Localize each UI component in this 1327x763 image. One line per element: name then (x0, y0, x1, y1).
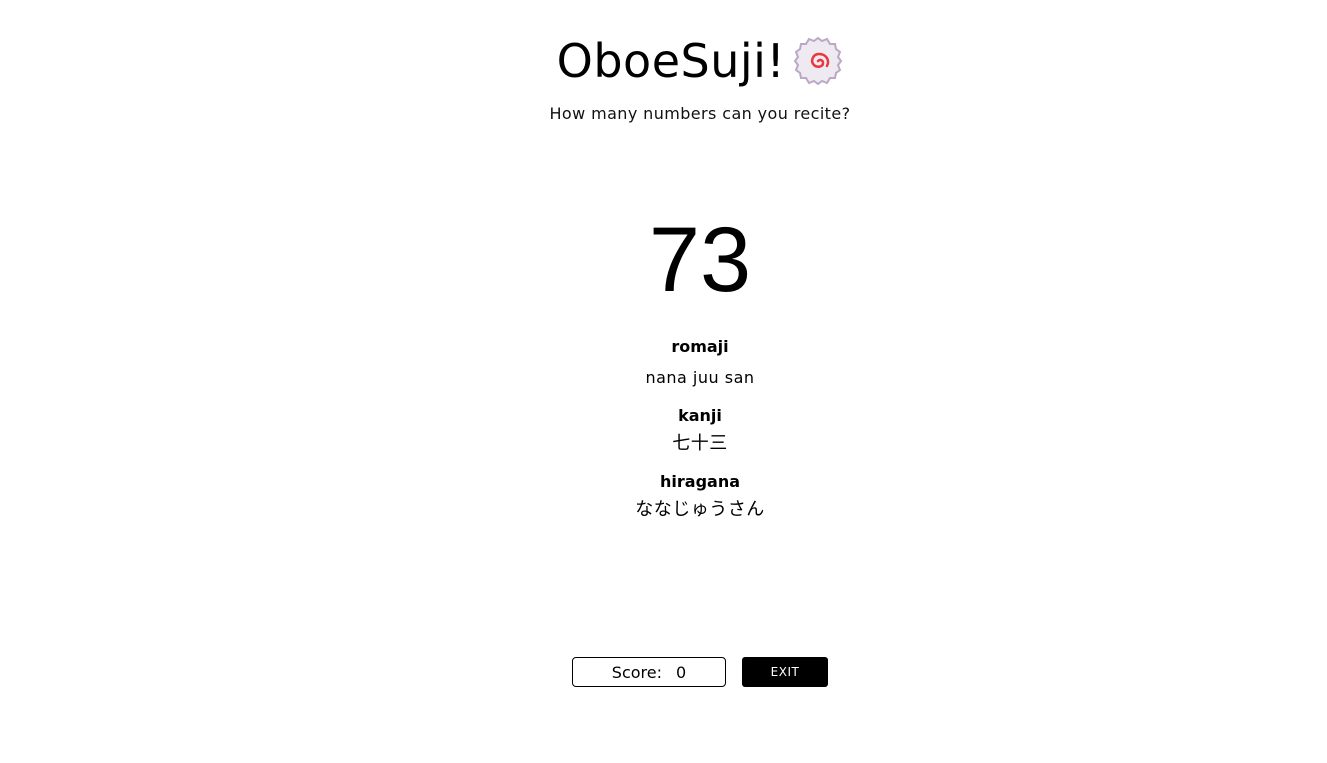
reading-value: ななじゅうさん (635, 499, 765, 520)
controls-bar: Score: 0 EXIT (572, 657, 828, 687)
reading-label: kanji (678, 406, 722, 425)
reading-label: romaji (671, 337, 729, 356)
narutomaki-icon (793, 36, 843, 86)
reading-hiragana: hiragana ななじゅうさん (0, 471, 1327, 521)
subtitle: How many numbers can you recite? (549, 104, 851, 123)
number-display: 73 (0, 205, 1327, 315)
score-label: Score: (611, 662, 662, 682)
exit-button[interactable]: EXIT (742, 657, 828, 687)
reading-romaji: romaji nana juu san (0, 336, 1327, 389)
score-value: 0 (676, 662, 687, 682)
reading-value: nana juu san (645, 368, 755, 387)
app-title: OboeSuji! (556, 34, 786, 88)
score-display: Score: 0 (572, 657, 726, 687)
reading-label: hiragana (660, 472, 740, 491)
reading-value: 七十三 (672, 433, 728, 454)
app-page: OboeSuji! How many numbers can you recit… (0, 0, 1327, 763)
header: OboeSuji! How many numbers can you recit… (0, 30, 1327, 123)
title-row: OboeSuji! (557, 30, 844, 92)
current-number: 73 (648, 209, 752, 311)
readings-list: romaji nana juu san kanji 七十三 hiragana な… (0, 336, 1327, 537)
reading-kanji: kanji 七十三 (0, 405, 1327, 455)
